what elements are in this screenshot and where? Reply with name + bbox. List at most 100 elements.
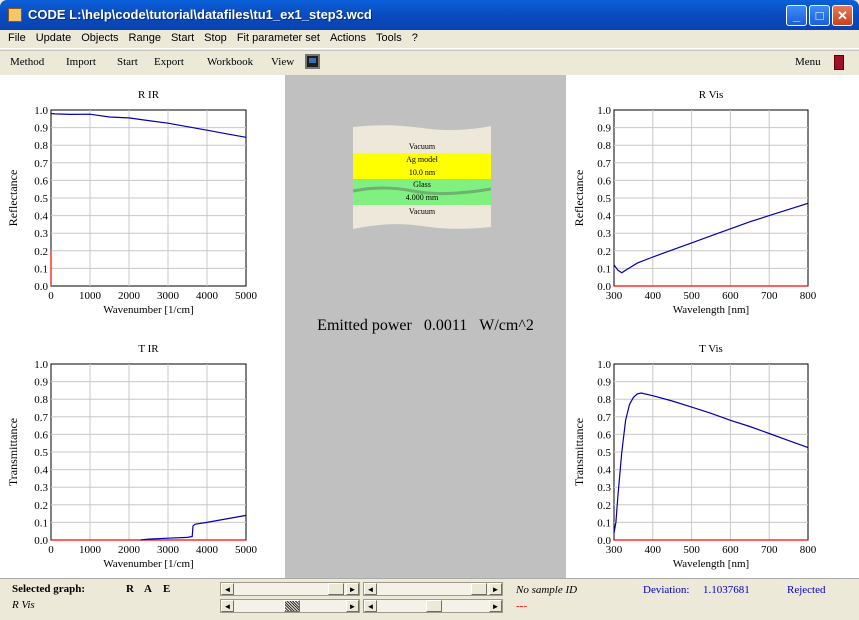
chart-t-vis[interactable]: 300 400 500 600 700 8000.00.10.20.30.40.50.60… <box>566 329 859 578</box>
toolbar-workbook[interactable]: Workbook <box>207 56 253 68</box>
toolbar-import[interactable]: Import <box>66 56 96 68</box>
toolbar: Method Import Start Export Workbook View… <box>0 50 859 74</box>
y-tick-label: 0.3 <box>34 228 48 240</box>
menu-range[interactable]: Range <box>124 30 166 44</box>
layer-vacuum-bottom: Vacuum <box>408 207 436 216</box>
y-tick-label: 0.0 <box>597 281 611 293</box>
toolbar-start[interactable]: Start <box>117 56 138 68</box>
y-tick-label: 0.4 <box>597 211 611 223</box>
y-tick-label: 0.2 <box>34 246 48 258</box>
toolbar-menu[interactable]: Menu <box>795 56 821 68</box>
x-tick-label: 800 <box>800 290 817 302</box>
scroll-right-arrow[interactable]: ► <box>346 583 359 595</box>
y-tick-label: 0.0 <box>34 535 48 547</box>
close-button[interactable]: ✕ <box>832 5 853 26</box>
y-axis-label: Reflectance <box>572 170 586 227</box>
x-tick-label: 500 <box>683 544 700 556</box>
y-tick-label: 0.4 <box>34 465 48 477</box>
layer-glass-name: Glass <box>413 180 431 189</box>
x-tick-label: 5000 <box>235 290 258 302</box>
scrollbar-1[interactable]: ◄ ► <box>220 582 360 596</box>
rae-r[interactable]: R <box>126 583 134 595</box>
y-tick-label: 0.1 <box>597 517 611 529</box>
scroll-right-arrow[interactable]: ► <box>489 583 502 595</box>
toolbar-method[interactable]: Method <box>10 56 44 68</box>
x-tick-label: 400 <box>645 544 662 556</box>
right-chart-panel: R Vis 300 400 500 600 700 800 0.0 0.1 0.2 0.3 0.4 0… <box>566 75 859 578</box>
y-tick-label: 0.5 <box>597 447 611 459</box>
x-tick-label: 2000 <box>118 290 141 302</box>
app-icon[interactable] <box>8 8 22 22</box>
menu-objects[interactable]: Objects <box>76 30 123 44</box>
x-tick-label: 600 <box>722 290 739 302</box>
x-tick-label: 1000 <box>79 544 102 556</box>
menu-fit-parameter-set[interactable]: Fit parameter set <box>232 30 325 44</box>
scroll-right-arrow[interactable]: ► <box>489 600 502 612</box>
menu-actions[interactable]: Actions <box>325 30 371 44</box>
y-tick-label: 0.9 <box>34 377 48 389</box>
y-tick-label: 0.6 <box>597 429 611 441</box>
y-tick-label: 0.5 <box>34 193 48 205</box>
scroll-thumb[interactable] <box>426 600 442 612</box>
scrollbar-2[interactable]: ◄ ► <box>363 582 503 596</box>
scroll-thumb[interactable] <box>328 583 344 595</box>
monitor-icon[interactable] <box>305 54 320 69</box>
layer-ag-name: Ag model <box>406 155 438 164</box>
x-tick-label: 600 <box>722 544 739 556</box>
y-tick-label: 0.9 <box>597 377 611 389</box>
x-tick-label: 3000 <box>157 544 180 556</box>
x-tick-label: 2000 <box>118 544 141 556</box>
chart-r-ir[interactable]: 0 1000 2000 3000 4000 5000 0.0 0.1 0.2 0.3 0.4 0.5 0… <box>0 75 285 325</box>
menu-start[interactable]: Start <box>166 30 199 44</box>
emitted-power-value: 0.0011 <box>423 317 468 334</box>
scroll-left-arrow[interactable]: ◄ <box>364 583 377 595</box>
x-tick-label: 3000 <box>157 290 180 302</box>
y-tick-label: 0.6 <box>34 429 48 441</box>
y-tick-label: 0.5 <box>597 193 611 205</box>
y-tick-label: 0.7 <box>597 158 611 170</box>
x-tick-label: 0 <box>48 290 54 302</box>
x-tick-label: 400 <box>645 290 662 302</box>
scroll-left-arrow[interactable]: ◄ <box>364 600 377 612</box>
chart-t-ir[interactable]: 0 1000 2000 3000 4000 5000 0.0 0.1 0.2 0.3 0.4 0.5 0… <box>0 329 285 578</box>
y-tick-label: 0.0 <box>597 535 611 547</box>
menu-stop[interactable]: Stop <box>199 30 232 44</box>
deviation-label: Deviation: <box>643 584 690 596</box>
maximize-button[interactable]: □ <box>809 5 830 26</box>
chart-r-vis[interactable]: 300 400 500 600 700 8000.00.10.20.30.40.50.60… <box>566 75 859 325</box>
scroll-thumb[interactable] <box>284 600 300 612</box>
x-axis-label: Wavenumber [1/cm] <box>103 304 193 316</box>
y-tick-label: 0.9 <box>597 123 611 135</box>
menu-flag-icon[interactable] <box>834 55 844 70</box>
x-tick-label: 700 <box>761 290 778 302</box>
scrollbar-4[interactable]: ◄ ► <box>363 599 503 613</box>
x-tick-label: 700 <box>761 544 778 556</box>
selected-graph-value: R Vis <box>12 599 35 611</box>
minimize-button[interactable]: _ <box>786 5 807 26</box>
y-tick-label: 0.4 <box>597 465 611 477</box>
x-tick-label: 0 <box>48 544 54 556</box>
menu-tools[interactable]: Tools <box>371 30 407 44</box>
menu-help[interactable]: ? <box>407 30 423 44</box>
rae-a[interactable]: A <box>144 583 152 595</box>
fit-result: Rejected <box>787 584 826 596</box>
window-title: CODE L:\help\code\tutorial\datafiles\tu1… <box>28 7 372 22</box>
menu-file[interactable]: File <box>0 30 31 44</box>
layer-stack-panel: Vacuum Ag model 10.0 nm Glass 4.000 mm V… <box>285 75 566 578</box>
toolbar-view[interactable]: View <box>271 56 294 68</box>
y-axis-label: Transmittance <box>572 418 586 486</box>
layer-stack[interactable]: Vacuum Ag model 10.0 nm Glass 4.000 mm V… <box>353 125 491 229</box>
scroll-left-arrow[interactable]: ◄ <box>221 600 234 612</box>
x-tick-label: 500 <box>683 290 700 302</box>
y-tick-label: 0.2 <box>597 500 611 512</box>
selected-graph-label: Selected graph: <box>12 583 86 595</box>
scroll-left-arrow[interactable]: ◄ <box>221 583 234 595</box>
x-tick-label: 1000 <box>79 290 102 302</box>
rae-e[interactable]: E <box>163 583 170 595</box>
menu-update[interactable]: Update <box>31 30 76 44</box>
x-axis-label: Wavenumber [1/cm] <box>103 558 193 570</box>
scroll-thumb[interactable] <box>471 583 487 595</box>
scroll-right-arrow[interactable]: ► <box>346 600 359 612</box>
scrollbar-3[interactable]: ◄ ► <box>220 599 360 613</box>
toolbar-export[interactable]: Export <box>154 56 184 68</box>
